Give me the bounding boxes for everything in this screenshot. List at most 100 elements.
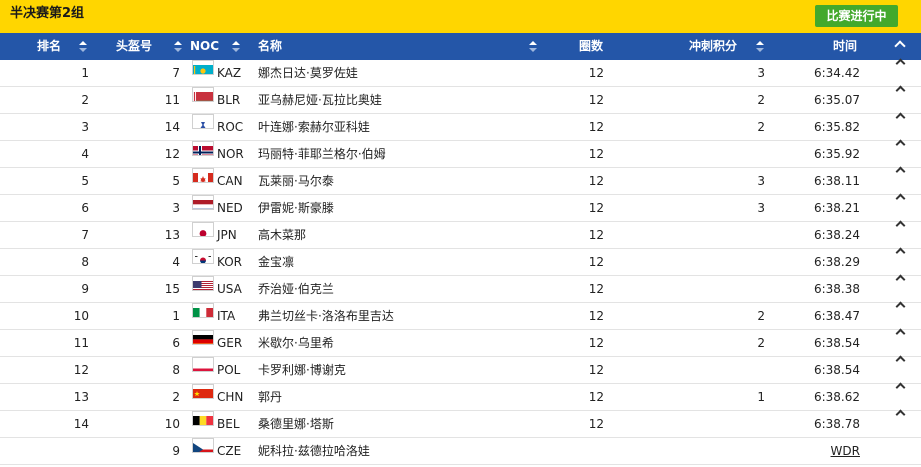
col-laps-header[interactable]: 圈数	[579, 33, 603, 60]
rank-cell: 14	[73, 417, 89, 431]
sort-noc-icon[interactable]	[232, 41, 240, 53]
sprint-points-cell: 2	[757, 309, 765, 323]
expand-row-icon[interactable]	[895, 301, 906, 312]
expand-row-icon[interactable]	[895, 85, 906, 96]
rank-cell: 9	[81, 282, 89, 296]
athlete-name[interactable]: 叶连娜·索赫尔亚科娃	[258, 114, 370, 140]
expand-row-icon[interactable]	[895, 355, 906, 366]
col-sprint-points-header[interactable]: 冲刺积分	[689, 33, 737, 60]
noc-cell: NOR	[217, 147, 244, 161]
expand-row-icon[interactable]	[895, 139, 906, 150]
table-row[interactable]: 14 10 BEL 桑德里娜·塔斯 12 6:38.78	[0, 409, 921, 438]
table-row[interactable]: 9 CZE 妮科拉·兹德拉哈洛娃 WDR	[0, 438, 921, 465]
table-row[interactable]: 3 14 ROC 叶连娜·索赫尔亚科娃 12 2 6:35.82	[0, 112, 921, 141]
athlete-name[interactable]: 高木菜那	[258, 222, 306, 248]
laps-cell: 12	[588, 417, 604, 431]
table-row[interactable]: 1 7 KAZ 娜杰日达·莫罗佐娃 12 3 6:34.42	[0, 58, 921, 87]
race-in-progress-button[interactable]: 比赛进行中	[815, 5, 898, 27]
laps-cell: 12	[588, 336, 604, 350]
expand-row-icon[interactable]	[895, 58, 906, 69]
expand-row-icon[interactable]	[895, 112, 906, 123]
athlete-name[interactable]: 妮科拉·兹德拉哈洛娃	[258, 438, 370, 464]
table-row[interactable]: 11 6 GER 米歇尔·乌里希 12 2 6:38.54	[0, 328, 921, 357]
noc-cell: KOR	[217, 255, 242, 269]
sprint-points-cell: 3	[757, 66, 765, 80]
roc-flag-icon	[192, 114, 214, 129]
time-cell: 6:38.21	[813, 201, 860, 215]
table-row[interactable]: 9 15 USA 乔治娅·伯克兰 12 6:38.38	[0, 274, 921, 303]
time-cell: 6:35.82	[813, 120, 860, 134]
table-row[interactable]: 12 8 POL 卡罗利娜·博谢克 12 6:38.54	[0, 355, 921, 384]
time-status-cell[interactable]: WDR	[831, 438, 860, 464]
expand-row-icon[interactable]	[895, 382, 906, 393]
rank-cell: 7	[81, 228, 89, 242]
bib-cell: 12	[164, 147, 180, 161]
rank-cell: 6	[81, 201, 89, 215]
noc-cell: KAZ	[217, 66, 242, 80]
expand-row-icon[interactable]	[895, 193, 906, 204]
athlete-name[interactable]: 乔治娅·伯克兰	[258, 276, 334, 302]
cze-flag-icon	[192, 438, 214, 453]
athlete-name[interactable]: 郭丹	[258, 384, 282, 410]
table-row[interactable]: 4 12 NOR 玛丽特·菲耶兰格尔·伯姆 12 6:35.92	[0, 139, 921, 168]
expand-row-icon[interactable]	[895, 166, 906, 177]
usa-flag-icon	[192, 276, 214, 291]
athlete-name[interactable]: 亚乌赫尼娅·瓦拉比奥娃	[258, 87, 382, 113]
sort-rank-icon[interactable]	[79, 41, 87, 53]
athlete-name[interactable]: 卡罗利娜·博谢克	[258, 357, 346, 383]
noc-cell: JPN	[217, 228, 237, 242]
sort-name-icon[interactable]	[529, 41, 537, 53]
bib-cell: 3	[172, 201, 180, 215]
col-noc-header[interactable]: NOC	[190, 33, 219, 60]
table-row[interactable]: 13 2 CHN 郭丹 12 1 6:38.62	[0, 382, 921, 411]
laps-cell: 12	[588, 147, 604, 161]
table-row[interactable]: 2 11 BLR 亚乌赫尼娅·瓦拉比奥娃 12 2 6:35.07	[0, 85, 921, 114]
bib-cell: 5	[172, 174, 180, 188]
athlete-name[interactable]: 弗兰切丝卡·洛洛布里吉达	[258, 303, 394, 329]
bib-cell: 7	[172, 66, 180, 80]
sprint-points-cell: 1	[757, 390, 765, 404]
table-row[interactable]: 6 3 NED 伊雷妮·斯豪滕 12 3 6:38.21	[0, 193, 921, 222]
col-name-header[interactable]: 名称	[258, 33, 282, 60]
time-cell: 6:38.78	[813, 417, 860, 431]
bib-cell: 8	[172, 363, 180, 377]
athlete-name[interactable]: 瓦莱丽·马尔泰	[258, 168, 334, 194]
laps-cell: 12	[588, 282, 604, 296]
collapse-all-icon[interactable]	[894, 40, 906, 52]
expand-row-icon[interactable]	[895, 220, 906, 231]
laps-cell: 12	[588, 174, 604, 188]
rank-cell: 1	[81, 66, 89, 80]
rank-cell: 13	[73, 390, 89, 404]
expand-row-icon[interactable]	[895, 409, 906, 420]
col-bib-header[interactable]: 头盔号	[116, 33, 152, 60]
table-header: 排名 头盔号 NOC 名称 圈数 冲刺积分 时间	[0, 33, 921, 60]
athlete-name[interactable]: 娜杰日达·莫罗佐娃	[258, 60, 358, 86]
time-cell: 6:38.54	[813, 336, 860, 350]
nor-flag-icon	[192, 141, 214, 156]
table-row[interactable]: 10 1 ITA 弗兰切丝卡·洛洛布里吉达 12 2 6:38.47	[0, 301, 921, 330]
laps-cell: 12	[588, 120, 604, 134]
athlete-name[interactable]: 玛丽特·菲耶兰格尔·伯姆	[258, 141, 386, 167]
table-row[interactable]: 8 4 KOR 金宝凛 12 6:38.29	[0, 247, 921, 276]
sort-sprint-points-icon[interactable]	[756, 41, 764, 53]
laps-cell: 12	[588, 255, 604, 269]
laps-cell: 12	[588, 390, 604, 404]
sort-bib-icon[interactable]	[174, 41, 182, 53]
athlete-name[interactable]: 桑德里娜·塔斯	[258, 411, 334, 437]
bib-cell: 10	[164, 417, 180, 431]
jpn-flag-icon	[192, 222, 214, 237]
athlete-name[interactable]: 金宝凛	[258, 249, 294, 275]
noc-cell: ITA	[217, 309, 236, 323]
col-rank-header[interactable]: 排名	[37, 33, 61, 60]
expand-row-icon[interactable]	[895, 247, 906, 258]
expand-row-icon[interactable]	[895, 328, 906, 339]
bib-cell: 6	[172, 336, 180, 350]
col-time-header[interactable]: 时间	[833, 33, 857, 60]
expand-row-icon[interactable]	[895, 274, 906, 285]
athlete-name[interactable]: 伊雷妮·斯豪滕	[258, 195, 334, 221]
athlete-name[interactable]: 米歇尔·乌里希	[258, 330, 334, 356]
rank-cell: 3	[81, 120, 89, 134]
table-row[interactable]: 7 13 JPN 高木菜那 12 6:38.24	[0, 220, 921, 249]
table-row[interactable]: 5 5 CAN 瓦莱丽·马尔泰 12 3 6:38.11	[0, 166, 921, 195]
time-cell: 6:38.38	[813, 282, 860, 296]
